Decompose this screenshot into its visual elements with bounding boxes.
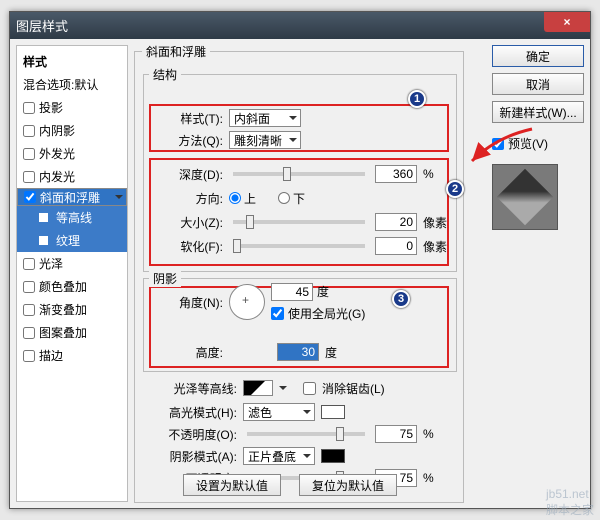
checkbox[interactable] bbox=[23, 102, 35, 114]
soften-input[interactable]: 0 bbox=[375, 237, 417, 255]
reset-default-button[interactable]: 复位为默认值 bbox=[299, 474, 397, 496]
sidebar-item-coloroverlay[interactable]: 颜色叠加 bbox=[17, 275, 127, 298]
dir-down-radio[interactable]: 下 bbox=[278, 190, 305, 207]
titlebar: 图层样式 × bbox=[10, 12, 590, 39]
depth-slider[interactable] bbox=[233, 172, 365, 176]
checkbox[interactable] bbox=[23, 125, 35, 137]
style-label: 样式(T): bbox=[159, 110, 223, 127]
sidebar-item-gradientoverlay[interactable]: 渐变叠加 bbox=[17, 298, 127, 321]
depth-unit: % bbox=[423, 167, 449, 181]
button-column: 确定 取消 新建样式(W)... 预览(V) bbox=[492, 45, 584, 502]
checkbox[interactable] bbox=[23, 350, 35, 362]
alt-label: 高度: bbox=[159, 344, 223, 361]
checkbox[interactable] bbox=[23, 281, 35, 293]
sidebar-item-contour[interactable]: 等高线 bbox=[17, 206, 127, 229]
soften-unit: 像素 bbox=[423, 238, 449, 255]
square-icon bbox=[39, 236, 48, 245]
watermark: jb51.net 脚本之家 bbox=[546, 487, 594, 518]
window-title: 图层样式 bbox=[16, 16, 68, 35]
sidebar-heading: 样式 bbox=[17, 50, 127, 73]
global-light-label: 使用全局光(G) bbox=[288, 305, 365, 322]
checkbox[interactable] bbox=[23, 148, 35, 160]
contour-label: 光泽等高线: bbox=[159, 380, 237, 397]
sidebar-item-bevel[interactable]: 斜面和浮雕 bbox=[17, 188, 127, 206]
close-icon[interactable]: × bbox=[544, 12, 590, 32]
annotation-badge-2: 2 bbox=[446, 180, 464, 198]
alt-input[interactable]: 30 bbox=[277, 343, 319, 361]
shadow-title: 阴影 bbox=[149, 270, 181, 287]
checkbox[interactable] bbox=[24, 191, 36, 203]
sidebar-item-dropshadow[interactable]: 投影 bbox=[17, 96, 127, 119]
checkbox[interactable] bbox=[23, 171, 35, 183]
anti-alias-label: 消除锯齿(L) bbox=[322, 380, 385, 397]
sidebar-item-innerglow[interactable]: 内发光 bbox=[17, 165, 127, 188]
angle-input[interactable]: 45 bbox=[271, 283, 313, 301]
sidebar-item-innershadow[interactable]: 内阴影 bbox=[17, 119, 127, 142]
cancel-button[interactable]: 取消 bbox=[492, 73, 584, 95]
hlmode-select[interactable]: 滤色 bbox=[243, 403, 315, 421]
depth-input[interactable]: 360 bbox=[375, 165, 417, 183]
preview-swatch bbox=[492, 164, 558, 230]
depth-label: 深度(D): bbox=[159, 166, 223, 183]
size-slider[interactable] bbox=[233, 220, 365, 224]
main-panel: 斜面和浮雕 结构 阴影 样式(T): 内斜面 方法(Q): 雕刻清晰 bbox=[134, 45, 480, 502]
set-default-button[interactable]: 设置为默认值 bbox=[183, 474, 281, 496]
new-style-button[interactable]: 新建样式(W)... bbox=[492, 101, 584, 123]
hlmode-label: 高光模式(H): bbox=[159, 404, 237, 421]
struct-title: 结构 bbox=[149, 66, 181, 83]
alt-unit: 度 bbox=[325, 344, 351, 361]
annotation-badge-3: 3 bbox=[392, 290, 410, 308]
method-label: 方法(Q): bbox=[159, 132, 223, 149]
sidebar-blend-defaults[interactable]: 混合选项:默认 bbox=[17, 73, 127, 96]
layer-style-dialog: 图层样式 × 样式 混合选项:默认 投影 内阴影 外发光 内发光 斜面和浮雕 等… bbox=[9, 11, 591, 509]
angle-label: 角度(N): bbox=[159, 294, 223, 311]
hlop-label: 不透明度(O): bbox=[159, 426, 237, 443]
ok-button[interactable]: 确定 bbox=[492, 45, 584, 67]
footer-buttons: 设置为默认值 复位为默认值 bbox=[183, 474, 397, 496]
section-title: 斜面和浮雕 bbox=[142, 43, 210, 60]
sh-color-swatch[interactable] bbox=[321, 449, 345, 463]
size-unit: 像素 bbox=[423, 214, 449, 231]
dir-label: 方向: bbox=[159, 190, 223, 207]
sidebar-item-texture[interactable]: 纹理 bbox=[17, 229, 127, 252]
size-label: 大小(Z): bbox=[159, 214, 223, 231]
bevel-panel: 结构 阴影 样式(T): 内斜面 方法(Q): 雕刻清晰 深度 bbox=[134, 51, 464, 503]
shmode-label: 阴影模式(A): bbox=[159, 448, 237, 465]
square-icon bbox=[39, 213, 48, 222]
checkbox[interactable] bbox=[23, 304, 35, 316]
checkbox[interactable] bbox=[23, 258, 35, 270]
annotation-arrow bbox=[466, 127, 536, 167]
soften-label: 软化(F): bbox=[159, 238, 223, 255]
annotation-badge-1: 1 bbox=[408, 90, 426, 108]
sidebar-item-satin[interactable]: 光泽 bbox=[17, 252, 127, 275]
method-select[interactable]: 雕刻清晰 bbox=[229, 131, 301, 149]
angle-dial[interactable] bbox=[229, 284, 265, 320]
size-input[interactable]: 20 bbox=[375, 213, 417, 231]
checkbox[interactable] bbox=[23, 327, 35, 339]
hl-color-swatch[interactable] bbox=[321, 405, 345, 419]
chevron-down-icon[interactable] bbox=[279, 386, 287, 394]
anti-alias-checkbox[interactable] bbox=[303, 382, 316, 395]
sidebar-item-outerglow[interactable]: 外发光 bbox=[17, 142, 127, 165]
soften-slider[interactable] bbox=[233, 244, 365, 248]
sidebar-item-stroke[interactable]: 描边 bbox=[17, 344, 127, 367]
style-sidebar: 样式 混合选项:默认 投影 内阴影 外发光 内发光 斜面和浮雕 等高线 纹理 光… bbox=[16, 45, 128, 502]
contour-swatch[interactable] bbox=[243, 380, 273, 396]
sidebar-item-patternoverlay[interactable]: 图案叠加 bbox=[17, 321, 127, 344]
shmode-select[interactable]: 正片叠底 bbox=[243, 447, 315, 465]
style-select[interactable]: 内斜面 bbox=[229, 109, 301, 127]
hlop-slider[interactable] bbox=[247, 432, 365, 436]
hlop-input[interactable]: 75 bbox=[375, 425, 417, 443]
angle-unit: 度 bbox=[317, 283, 343, 300]
dir-up-radio[interactable]: 上 bbox=[229, 190, 256, 207]
global-light-checkbox[interactable] bbox=[271, 307, 284, 320]
